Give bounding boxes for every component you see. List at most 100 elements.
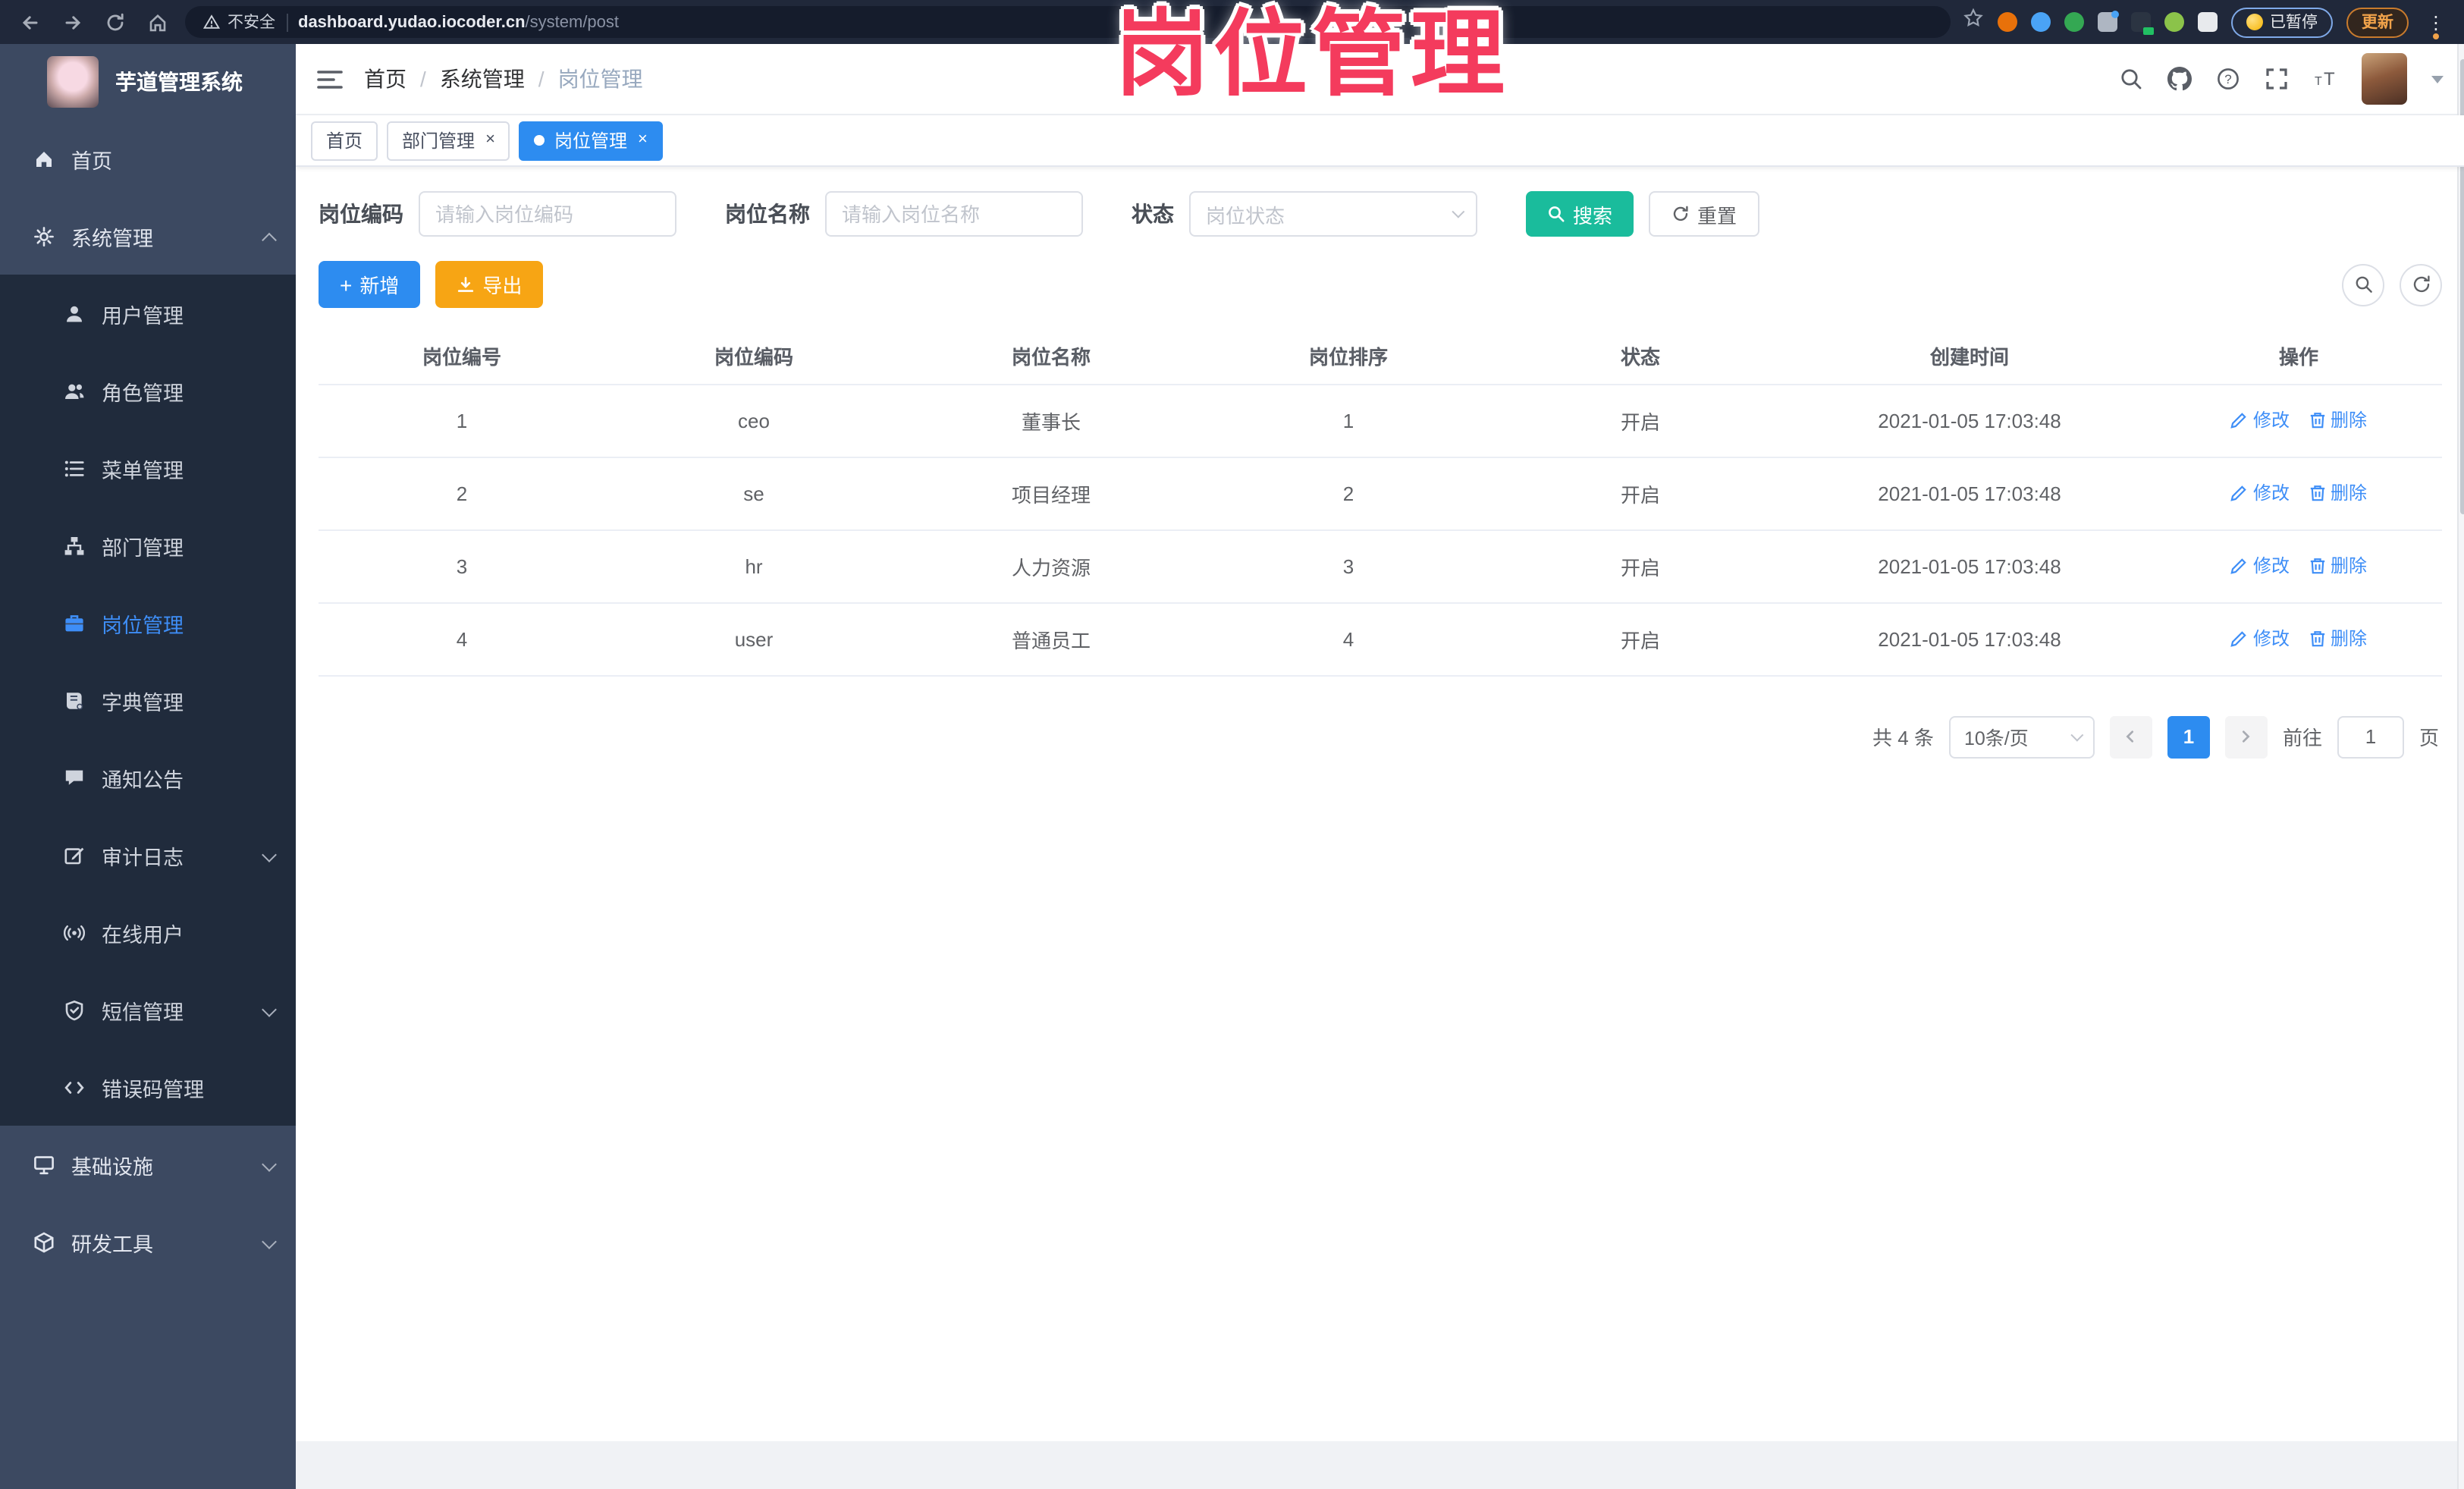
font-size-icon[interactable]: TT: [2313, 67, 2337, 91]
filter-form: 岗位编码 岗位名称 状态 岗位状态: [319, 191, 2442, 237]
delete-link[interactable]: 删除: [2308, 553, 2367, 579]
signal-icon: [64, 922, 85, 943]
sidebar-item-label: 角色管理: [102, 382, 184, 404]
edit-link[interactable]: 修改: [2230, 553, 2290, 579]
list-icon: [64, 457, 85, 479]
browser-chrome: 不安全 dashboard.yudao.iocoder.cn/system/po…: [0, 0, 2464, 44]
browser-refresh-icon[interactable]: [100, 7, 130, 37]
sidebar-item-dict[interactable]: 字典管理: [0, 661, 296, 739]
post-management-card: 岗位编码 岗位名称 状态 岗位状态: [296, 167, 2464, 1441]
tab-dept[interactable]: 部门管理 ×: [387, 121, 510, 160]
next-page-button[interactable]: [2224, 715, 2268, 758]
cell-code: se: [605, 457, 902, 530]
edit-link[interactable]: 修改: [2230, 626, 2290, 652]
hamburger-icon[interactable]: [317, 68, 343, 90]
breadcrumb-item[interactable]: 首页: [364, 64, 406, 94]
add-button[interactable]: + 新增: [319, 261, 421, 308]
sidebar-item-dev-tool[interactable]: 研发工具: [0, 1203, 296, 1280]
close-icon[interactable]: ×: [638, 131, 648, 149]
chevron-down-icon: [262, 1002, 277, 1017]
post-table: 岗位编号 岗位编码 岗位名称 岗位排序 状态 创建时间 操作 1 ceo 董事长 1 开启 2021-…: [319, 329, 2442, 676]
browser-back-icon[interactable]: [15, 7, 46, 37]
status-select[interactable]: 岗位状态: [1189, 191, 1477, 237]
tab-post[interactable]: 岗位管理 ×: [519, 121, 663, 160]
delete-link[interactable]: 删除: [2308, 480, 2367, 506]
search-icon[interactable]: [2119, 67, 2143, 91]
sidebar-item-dept[interactable]: 部门管理: [0, 507, 296, 584]
sidebar-item-error-code[interactable]: 错误码管理: [0, 1048, 296, 1126]
close-icon[interactable]: ×: [485, 131, 495, 149]
cell-actions: 修改 删除: [2155, 457, 2442, 530]
toggle-search-button[interactable]: [2342, 263, 2384, 306]
sidebar-item-sms[interactable]: 短信管理: [0, 971, 296, 1048]
ext-orange-ring-icon[interactable]: [1997, 12, 2017, 32]
delete-link[interactable]: 删除: [2308, 407, 2367, 433]
reset-button[interactable]: 重置: [1649, 191, 1760, 237]
sidebar-item-label: 通知公告: [102, 768, 184, 791]
edit-link[interactable]: 修改: [2230, 480, 2290, 506]
post-name-input[interactable]: [825, 191, 1083, 237]
refresh-icon: [1673, 206, 1688, 221]
toolbar: + 新增 导出: [319, 261, 2442, 308]
goto-page-input[interactable]: [2337, 715, 2404, 758]
bookmark-star-icon[interactable]: [1962, 8, 1983, 36]
ext-gray-grid-icon[interactable]: [2097, 11, 2118, 32]
sidebar-item-audit-log[interactable]: 审计日志: [0, 816, 296, 894]
app-logo[interactable]: 芋道管理系统: [0, 44, 296, 120]
sidebar-item-online-user[interactable]: 在线用户: [0, 894, 296, 971]
paused-extension-pill[interactable]: 已暂停: [2230, 7, 2333, 37]
site-security[interactable]: 不安全: [203, 11, 275, 33]
breadcrumb-item[interactable]: 岗位管理: [558, 64, 643, 94]
prev-page-button[interactable]: [2109, 715, 2152, 758]
browser-forward-icon[interactable]: [58, 7, 88, 37]
browser-address-bar[interactable]: 不安全 dashboard.yudao.iocoder.cn/system/po…: [185, 6, 1950, 38]
sidebar-item-notice[interactable]: 通知公告: [0, 739, 296, 816]
user-avatar[interactable]: [2362, 53, 2407, 105]
ext-blue-drop-icon[interactable]: [2030, 12, 2050, 32]
sidebar-item-label: 用户管理: [102, 304, 184, 327]
edit-icon: [2230, 557, 2249, 575]
sidebar-item-role[interactable]: 角色管理: [0, 352, 296, 429]
help-icon[interactable]: ?: [2216, 67, 2240, 91]
refresh-table-button[interactable]: [2400, 263, 2442, 306]
ext-green-check-icon[interactable]: [2064, 12, 2083, 32]
navbar: 首页 / 系统管理 / 岗位管理 ? TT: [296, 44, 2464, 115]
sidebar-item-post[interactable]: 岗位管理: [0, 584, 296, 661]
tags-view: 首页 部门管理 × 岗位管理 ×: [296, 115, 2464, 167]
sidebar-item-infra[interactable]: 基础设施: [0, 1126, 296, 1203]
page-scrollbar[interactable]: [2457, 44, 2464, 1489]
browser-home-icon[interactable]: [143, 7, 173, 37]
browser-update-button[interactable]: 更新: [2346, 7, 2409, 37]
sidebar-item-label: 短信管理: [102, 1001, 184, 1023]
page-size-select[interactable]: 10条/页: [1948, 715, 2095, 758]
cell-status: 开启: [1497, 457, 1784, 530]
table-row: 3 hr 人力资源 3 开启 2021-01-05 17:03:48 修改 删除: [319, 529, 2442, 603]
post-code-input[interactable]: [419, 191, 676, 237]
emoji-icon: [2246, 14, 2262, 30]
sidebar-item-system[interactable]: 系统管理: [0, 197, 296, 275]
cell-sort: 1: [1200, 384, 1497, 457]
url-divider: [286, 13, 287, 31]
extensions-puzzle-icon[interactable]: [2197, 12, 2217, 32]
delete-link[interactable]: 删除: [2308, 626, 2367, 652]
caret-down-icon[interactable]: [2431, 75, 2444, 83]
sidebar-item-user[interactable]: 用户管理: [0, 275, 296, 352]
fullscreen-icon[interactable]: [2265, 67, 2289, 91]
sidebar-item-home[interactable]: 首页: [0, 120, 296, 197]
sidebar-item-menu[interactable]: 菜单管理: [0, 429, 296, 507]
page-number-1[interactable]: 1: [2167, 715, 2210, 758]
edit-link[interactable]: 修改: [2230, 407, 2290, 433]
url-text: dashboard.yudao.iocoder.cn/system/post: [298, 13, 620, 31]
github-icon[interactable]: [2167, 67, 2192, 91]
export-button[interactable]: 导出: [435, 261, 544, 308]
table-row: 1 ceo 董事长 1 开启 2021-01-05 17:03:48 修改 删除: [319, 384, 2442, 457]
search-button[interactable]: 搜索: [1526, 191, 1634, 237]
sidebar-item-label: 审计日志: [102, 846, 184, 869]
browser-menu-icon[interactable]: ⋮: [2422, 11, 2450, 39]
ext-green-sprout-icon[interactable]: [2164, 12, 2183, 32]
breadcrumb-item[interactable]: 系统管理: [440, 64, 525, 94]
tree-icon: [64, 535, 85, 556]
ext-dark-badge-icon[interactable]: [2130, 12, 2153, 35]
tab-home[interactable]: 首页: [311, 121, 378, 160]
sidebar-item-label: 菜单管理: [102, 459, 184, 482]
